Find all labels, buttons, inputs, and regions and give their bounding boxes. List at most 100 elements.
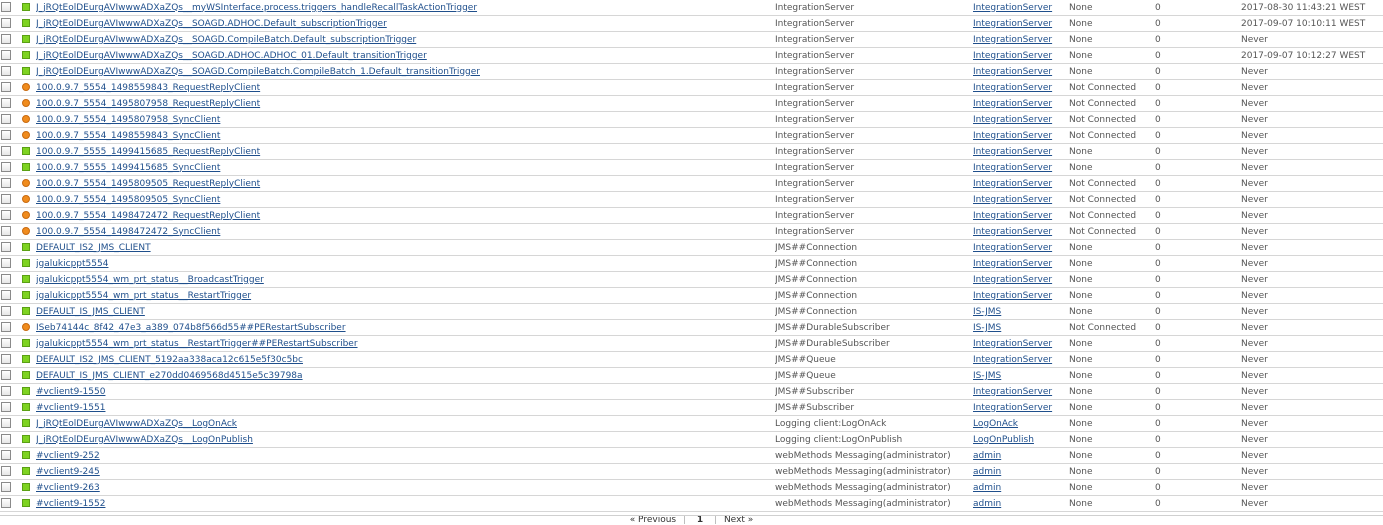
realm-link[interactable]: IntegrationServer: [973, 163, 1052, 173]
realm-link[interactable]: IntegrationServer: [973, 403, 1052, 413]
client-name-link[interactable]: ISeb74144c_8f42_47e3_a389_074b8f566d55##…: [36, 323, 346, 333]
row-checkbox[interactable]: [1, 18, 11, 29]
realm-link[interactable]: IntegrationServer: [973, 195, 1052, 205]
client-name-link[interactable]: J_jRQtEolDEurgAVIwwwADXaZQs__SOAGD.Compi…: [36, 67, 480, 77]
client-name-link[interactable]: #vclient9-245: [36, 467, 100, 477]
client-name-link[interactable]: 100.0.9.7_5555_1499415685_SyncClient: [36, 163, 220, 173]
client-name-link[interactable]: 100.0.9.7_5554_1498472472_SyncClient: [36, 227, 220, 237]
realm-link[interactable]: IntegrationServer: [973, 179, 1052, 189]
client-name-link[interactable]: jgalukicppt5554_wm_prt_status__RestartTr…: [36, 291, 251, 301]
row-checkbox[interactable]: [1, 130, 11, 141]
realm-link[interactable]: admin: [973, 451, 1001, 461]
realm-link[interactable]: IntegrationServer: [973, 387, 1052, 397]
realm-link[interactable]: IntegrationServer: [973, 147, 1052, 157]
row-checkbox[interactable]: [1, 370, 11, 381]
realm-link[interactable]: IntegrationServer: [973, 339, 1052, 349]
realm-link[interactable]: IntegrationServer: [973, 243, 1052, 253]
realm-link[interactable]: IntegrationServer: [973, 275, 1052, 285]
next-page-link[interactable]: Next »: [724, 515, 753, 525]
row-checkbox[interactable]: [1, 50, 11, 61]
row-checkbox[interactable]: [1, 386, 11, 397]
client-name-cell: DEFAULT_IS2_JMS_CLIENT: [36, 240, 775, 256]
client-name-link[interactable]: #vclient9-1550: [36, 387, 105, 397]
row-checkbox[interactable]: [1, 82, 11, 93]
client-name-link[interactable]: jgalukicppt5554_wm_prt_status__RestartTr…: [36, 339, 358, 349]
previous-page-link[interactable]: « Previous: [630, 515, 676, 525]
client-name-link[interactable]: 100.0.9.7_5555_1499415685_RequestReplyCl…: [36, 147, 260, 157]
realm-link[interactable]: IntegrationServer: [973, 3, 1052, 13]
row-checkbox[interactable]: [1, 482, 11, 493]
row-checkbox[interactable]: [1, 466, 11, 477]
client-name-link[interactable]: J_jRQtEolDEurgAVIwwwADXaZQs__LogOnAck: [36, 419, 237, 429]
row-checkbox[interactable]: [1, 146, 11, 157]
realm-link[interactable]: IntegrationServer: [973, 227, 1052, 237]
realm-link[interactable]: LogOnAck: [973, 419, 1018, 429]
realm-link[interactable]: admin: [973, 483, 1001, 493]
client-name-link[interactable]: jgalukicppt5554_wm_prt_status__Broadcast…: [36, 275, 264, 285]
realm-link[interactable]: IntegrationServer: [973, 35, 1052, 45]
realm-link[interactable]: IntegrationServer: [973, 259, 1052, 269]
row-checkbox[interactable]: [1, 338, 11, 349]
row-checkbox[interactable]: [1, 178, 11, 189]
realm-link[interactable]: IntegrationServer: [973, 355, 1052, 365]
client-name-link[interactable]: J_jRQtEolDEurgAVIwwwADXaZQs__SOAGD.ADHOC…: [36, 51, 427, 61]
realm-link[interactable]: IntegrationServer: [973, 51, 1052, 61]
row-checkbox[interactable]: [1, 2, 11, 13]
row-checkbox[interactable]: [1, 290, 11, 301]
client-name-link[interactable]: J_jRQtEolDEurgAVIwwwADXaZQs__SOAGD.Compi…: [36, 35, 416, 45]
realm-link[interactable]: IS-JMS: [973, 371, 1001, 381]
row-checkbox[interactable]: [1, 322, 11, 333]
realm-link[interactable]: IntegrationServer: [973, 83, 1052, 93]
realm-link[interactable]: LogOnPublish: [973, 435, 1034, 445]
row-checkbox[interactable]: [1, 306, 11, 317]
client-name-link[interactable]: jgalukicppt5554: [36, 259, 108, 269]
row-checkbox[interactable]: [1, 114, 11, 125]
realm-link[interactable]: IntegrationServer: [973, 99, 1052, 109]
client-name-link[interactable]: DEFAULT_IS2_JMS_CLIENT: [36, 243, 151, 253]
row-checkbox[interactable]: [1, 258, 11, 269]
row-checkbox[interactable]: [1, 434, 11, 445]
row-checkbox[interactable]: [1, 242, 11, 253]
realm-link[interactable]: IntegrationServer: [973, 131, 1052, 141]
row-checkbox[interactable]: [1, 226, 11, 237]
client-name-link[interactable]: 100.0.9.7_5554_1498472472_RequestReplyCl…: [36, 211, 260, 221]
client-name-link[interactable]: 100.0.9.7_5554_1495807958_RequestReplyCl…: [36, 99, 260, 109]
client-name-link[interactable]: 100.0.9.7_5554_1495807958_SyncClient: [36, 115, 220, 125]
row-checkbox[interactable]: [1, 418, 11, 429]
client-name-link[interactable]: 100.0.9.7_5554_1498559843_SyncClient: [36, 131, 220, 141]
row-checkbox[interactable]: [1, 450, 11, 461]
row-checkbox[interactable]: [1, 162, 11, 173]
realm-link[interactable]: IntegrationServer: [973, 291, 1052, 301]
client-name-link[interactable]: DEFAULT_IS2_JMS_CLIENT_5192aa338aca12c61…: [36, 355, 303, 365]
row-checkbox[interactable]: [1, 498, 11, 509]
realm-link[interactable]: IntegrationServer: [973, 19, 1052, 29]
row-checkbox[interactable]: [1, 66, 11, 77]
row-checkbox[interactable]: [1, 98, 11, 109]
client-name-link[interactable]: DEFAULT_IS_JMS_CLIENT_e270dd0469568d4515…: [36, 371, 303, 381]
realm-link[interactable]: admin: [973, 467, 1001, 477]
realm-link[interactable]: IntegrationServer: [973, 67, 1052, 77]
client-name-link[interactable]: J_jRQtEolDEurgAVIwwwADXaZQs__LogOnPublis…: [36, 435, 253, 445]
client-name-link[interactable]: #vclient9-263: [36, 483, 100, 493]
client-name-link[interactable]: DEFAULT_IS_JMS_CLIENT: [36, 307, 145, 317]
realm-link[interactable]: admin: [973, 499, 1001, 509]
row-checkbox[interactable]: [1, 194, 11, 205]
row-checkbox[interactable]: [1, 354, 11, 365]
realm-link[interactable]: IntegrationServer: [973, 115, 1052, 125]
client-type: IntegrationServer: [775, 130, 855, 141]
realm-link[interactable]: IS-JMS: [973, 323, 1001, 333]
client-name-link[interactable]: 100.0.9.7_5554_1495809505_RequestReplyCl…: [36, 179, 260, 189]
row-checkbox[interactable]: [1, 274, 11, 285]
client-name-link[interactable]: #vclient9-252: [36, 451, 100, 461]
row-checkbox[interactable]: [1, 34, 11, 45]
client-name-link[interactable]: 100.0.9.7_5554_1498559843_RequestReplyCl…: [36, 83, 260, 93]
realm-link[interactable]: IntegrationServer: [973, 211, 1052, 221]
row-checkbox[interactable]: [1, 402, 11, 413]
realm-link[interactable]: IS-JMS: [973, 307, 1001, 317]
client-name-link[interactable]: J_jRQtEolDEurgAVIwwwADXaZQs__myWSInterfa…: [36, 3, 477, 13]
row-checkbox[interactable]: [1, 210, 11, 221]
client-name-link[interactable]: J_jRQtEolDEurgAVIwwwADXaZQs__SOAGD.ADHOC…: [36, 19, 387, 29]
client-name-link[interactable]: #vclient9-1552: [36, 499, 105, 509]
client-name-link[interactable]: #vclient9-1551: [36, 403, 105, 413]
client-name-link[interactable]: 100.0.9.7_5554_1495809505_SyncClient: [36, 195, 220, 205]
